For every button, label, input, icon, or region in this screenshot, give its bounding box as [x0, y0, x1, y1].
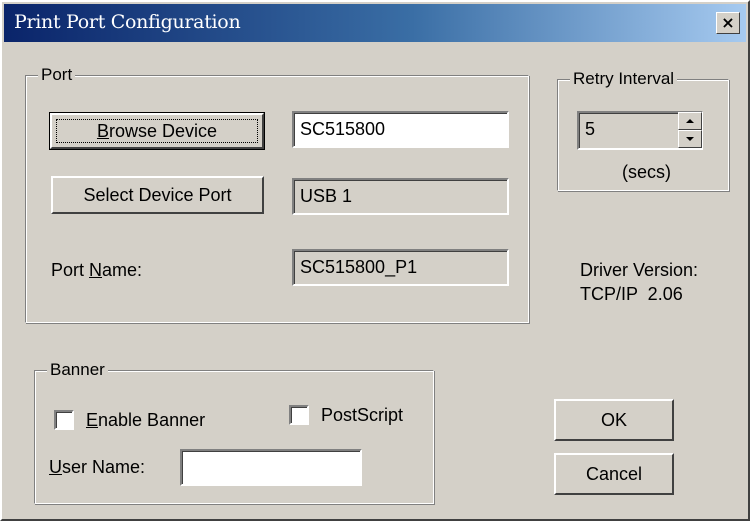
device-port-field: USB 1 [292, 178, 509, 215]
retry-interval-spinner[interactable] [678, 112, 702, 148]
title-bar[interactable]: Print Port Configuration × [4, 4, 746, 42]
cancel-button[interactable]: Cancel [554, 453, 674, 495]
close-button[interactable]: × [716, 12, 740, 34]
postscript-label[interactable]: PostScript [321, 405, 403, 426]
port-name-field: SC515800_P1 [292, 249, 509, 286]
arrow-down-icon [686, 137, 694, 141]
device-name-input[interactable]: SC515800 [292, 111, 509, 148]
user-name-label: User Name: [49, 457, 146, 477]
driver-version-label: Driver Version: [580, 260, 699, 280]
ok-button[interactable]: OK [554, 399, 674, 441]
spin-up-button[interactable] [678, 112, 702, 130]
arrow-up-icon [686, 119, 694, 123]
port-name-label: Port Name: [51, 260, 143, 280]
window-title: Print Port Configuration [14, 11, 241, 33]
banner-group-label: Banner [47, 360, 108, 380]
retry-interval-units: (secs) [622, 162, 671, 182]
browse-device-button[interactable]: Browse Device [49, 112, 265, 150]
select-device-port-button[interactable]: Select Device Port [51, 176, 264, 214]
port-group-label: Port [38, 65, 76, 85]
user-name-input[interactable] [180, 449, 362, 486]
spin-down-button[interactable] [678, 130, 702, 148]
enable-banner-checkbox[interactable] [54, 410, 74, 430]
retry-interval-group-label: Retry Interval [570, 69, 678, 89]
postscript-checkbox[interactable] [289, 405, 309, 425]
print-port-configuration-dialog: Print Port Configuration × Port Browse D… [0, 0, 750, 521]
driver-version-value: TCP/IP 2.06 [580, 284, 683, 304]
close-icon: × [721, 13, 735, 32]
enable-banner-label[interactable]: Enable Banner [86, 410, 205, 431]
